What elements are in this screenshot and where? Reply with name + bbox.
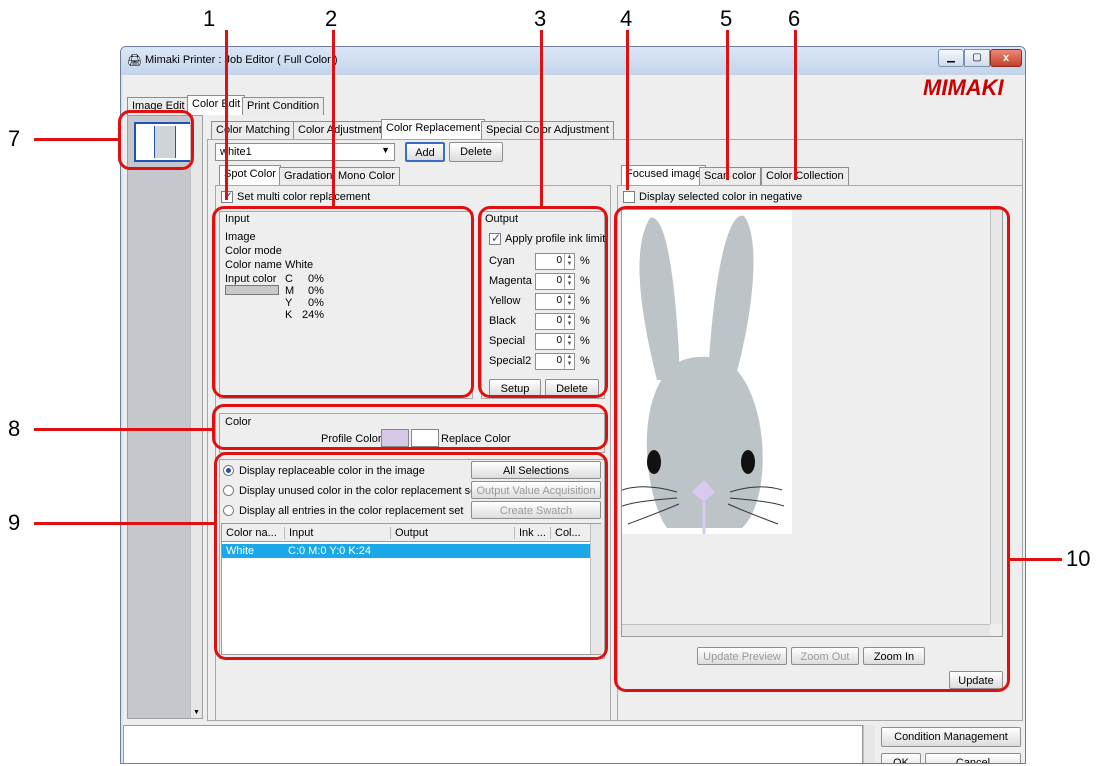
title-bar: 🖨 Mimaki Printer : Job Editor ( Full Col… (121, 47, 1025, 75)
tab-color-edit[interactable]: Color Edit (187, 95, 246, 115)
tab-focused-image[interactable]: Focused image (621, 165, 707, 185)
chevron-down-icon: ▼ (381, 145, 390, 155)
tab-print-condition[interactable]: Print Condition (242, 97, 325, 115)
window-title: Mimaki Printer : Job Editor ( Full Color… (145, 54, 338, 66)
leader-line-2 (332, 30, 335, 208)
callout-1: 1 (203, 6, 216, 31)
callout-5: 5 (720, 6, 733, 31)
mimaki-logo: MIMAKI (923, 75, 1004, 100)
leader-line-4 (626, 30, 629, 190)
thumbnail-scrollbar[interactable]: ▼ (190, 116, 202, 718)
callout-9: 9 (8, 510, 21, 535)
delete-set-button[interactable]: Delete (449, 142, 503, 162)
highlight-10 (614, 206, 1010, 692)
leader-line-9 (34, 522, 216, 525)
thumbnail-strip: ▼ (127, 115, 203, 719)
tab-special-color-adjustment[interactable]: Special Color Adjustment (481, 121, 614, 139)
message-area (123, 725, 863, 763)
callout-3: 3 (534, 6, 547, 31)
callout-4: 4 (620, 6, 633, 31)
printer-icon: 🖨 (127, 53, 143, 67)
set-multi-label: Set multi color replacement (237, 191, 371, 203)
leader-line-8 (34, 428, 214, 431)
tab-color-matching[interactable]: Color Matching (211, 121, 295, 139)
tab-color-collection[interactable]: Color Collection (761, 167, 849, 185)
maximize-button[interactable]: ▢ (964, 49, 990, 67)
leader-line-7 (34, 138, 120, 141)
add-button[interactable]: Add (405, 142, 445, 162)
cancel-button[interactable]: Cancel (925, 753, 1021, 763)
negative-checkbox[interactable] (623, 191, 635, 203)
tab-scan-color[interactable]: Scan color (699, 167, 761, 185)
callout-10: 10 (1066, 546, 1091, 571)
highlight-7 (118, 110, 194, 170)
tab-gradation[interactable]: Gradation (279, 167, 338, 185)
leader-line-5 (726, 30, 729, 180)
leader-line-6 (794, 30, 797, 180)
close-button[interactable]: x (990, 49, 1022, 67)
replacement-set-select[interactable]: white1 ▼ (215, 143, 395, 161)
tab-spot-color[interactable]: Spot Color (219, 165, 281, 185)
highlight-3 (478, 206, 608, 398)
leader-line-1 (225, 30, 228, 200)
message-scrollbar[interactable] (863, 725, 875, 763)
ok-button[interactable]: OK (881, 753, 921, 763)
negative-label: Display selected color in negative (639, 191, 803, 203)
highlight-2 (212, 206, 474, 398)
callout-7: 7 (8, 126, 21, 151)
leader-line-10 (1010, 558, 1062, 561)
leader-line-3 (540, 30, 543, 208)
highlight-9 (214, 452, 608, 660)
condition-management-button[interactable]: Condition Management (881, 727, 1021, 747)
minimize-button[interactable]: ▁ (938, 49, 964, 67)
tab-mono-color[interactable]: Mono Color (333, 167, 400, 185)
callout-2: 2 (325, 6, 338, 31)
callout-6: 6 (788, 6, 801, 31)
highlight-8 (212, 404, 608, 450)
callout-8: 8 (8, 416, 21, 441)
tab-color-adjustment[interactable]: Color Adjustment (293, 121, 387, 139)
tab-color-replacement[interactable]: Color Replacement (381, 119, 486, 139)
